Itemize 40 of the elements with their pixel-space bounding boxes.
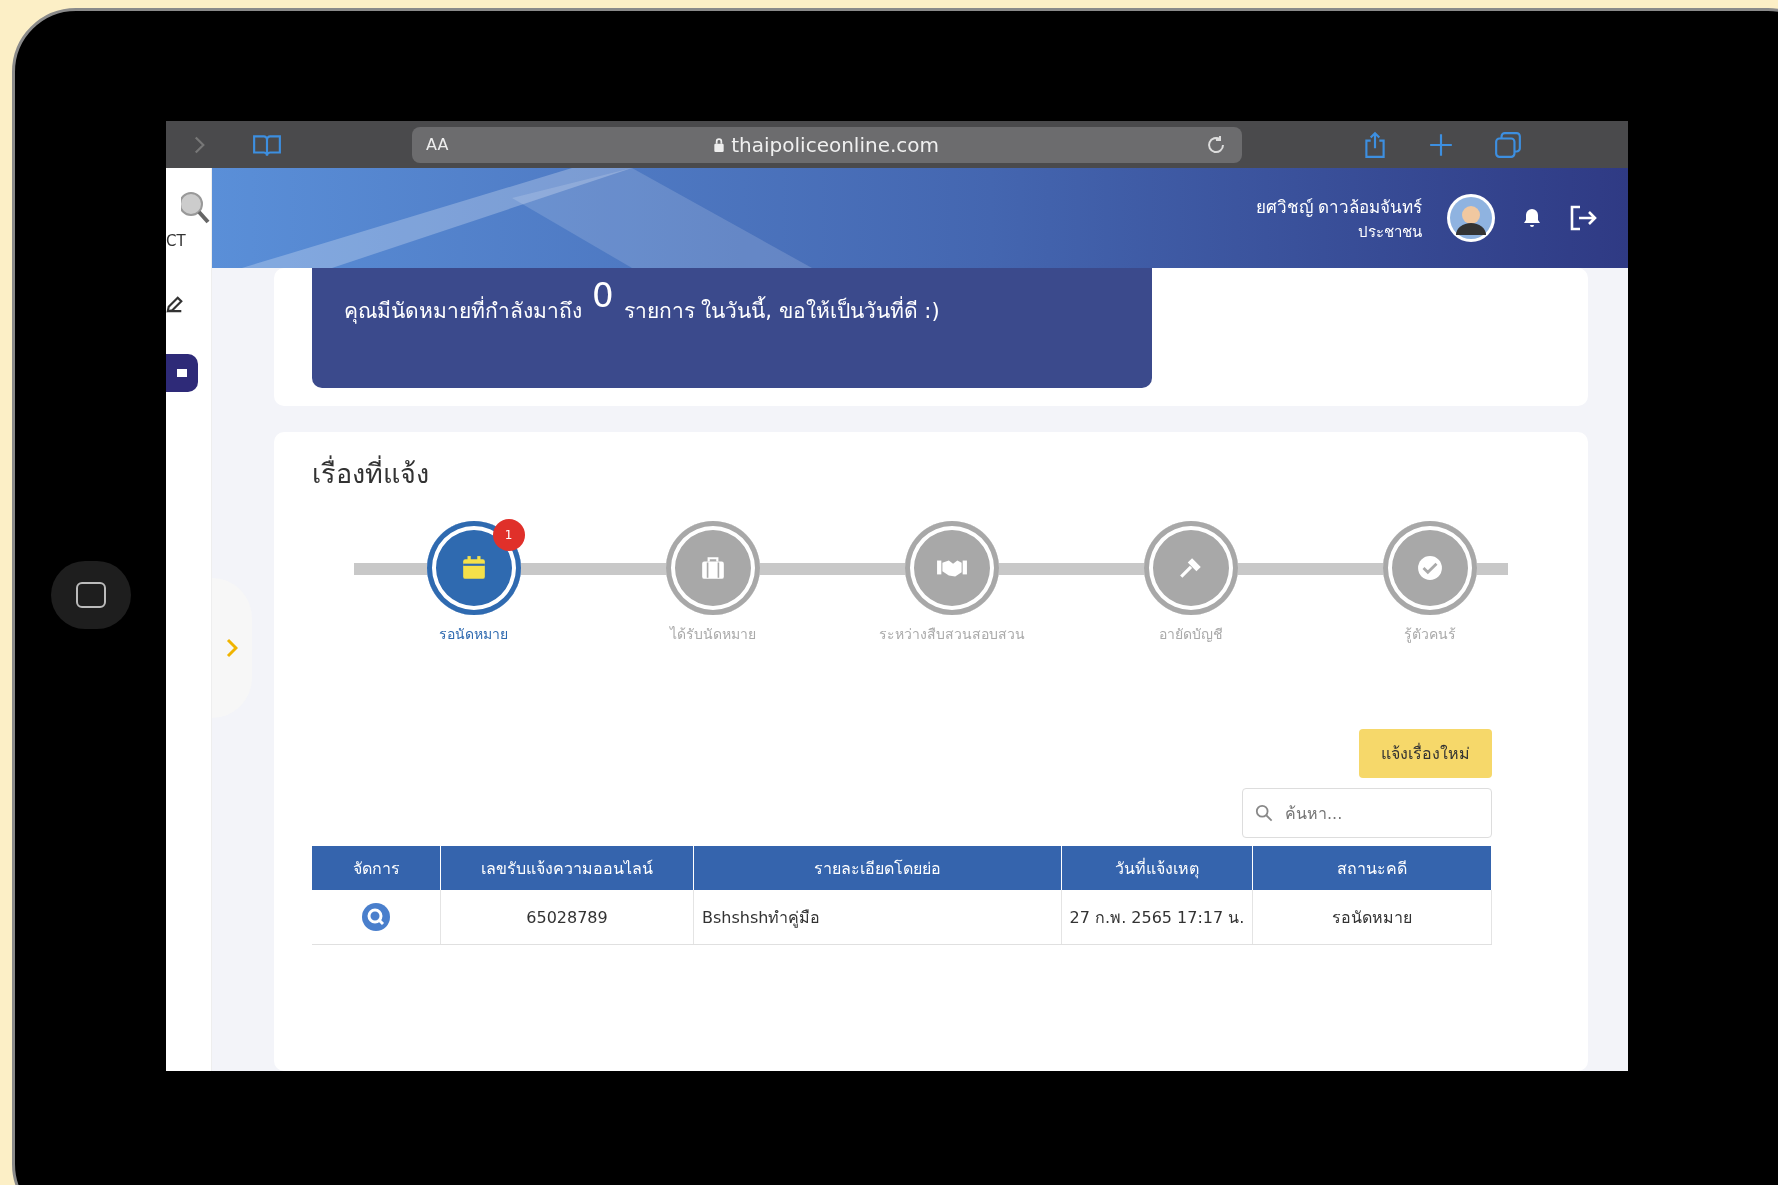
table-cell: รอนัดหมาย (1252, 890, 1492, 945)
logo-text: CT (166, 232, 186, 250)
search-icon (1255, 804, 1273, 822)
edit-icon[interactable] (166, 294, 184, 314)
tabs-icon[interactable] (1494, 130, 1522, 159)
user-name: ยศวิชญ์ ดาวล้อมจันทร์ (1255, 195, 1422, 219)
logout-icon[interactable] (1568, 203, 1598, 233)
avatar-icon[interactable] (1446, 193, 1496, 243)
step-label: อายัดบัญชี (1159, 625, 1224, 644)
lock-icon (713, 137, 726, 152)
url-text: thaipoliceonline.com (713, 132, 940, 157)
column-header: เลขรับแจ้งความออนไลน์ (440, 846, 694, 890)
text-size-button[interactable]: AA (426, 135, 449, 154)
section-title: เรื่องที่แจ้ง (312, 452, 1550, 495)
share-icon[interactable] (1362, 130, 1388, 159)
plus-icon[interactable] (1428, 131, 1454, 158)
table-cell: 27 ก.พ. 2565 17:17 น. (1061, 890, 1253, 945)
column-header: วันที่แจ้งเหตุ (1061, 846, 1253, 890)
notification-badge: 1 (492, 519, 525, 551)
search-field[interactable]: ค้นหา... (1242, 788, 1492, 838)
step-label: รอนัดหมาย (439, 625, 509, 644)
calendar-icon (460, 555, 487, 581)
check-icon (1417, 555, 1444, 581)
user-role: ประชาชน (1358, 221, 1422, 243)
step-label: ระหว่างสืบสวนสอบสวน (879, 625, 1025, 644)
table-cell: Bshshshทำคู่มือ (693, 890, 1062, 945)
column-header: รายละเอียดโดยย่อ (693, 846, 1062, 890)
new-report-button[interactable]: แจ้งเรื่องใหม่ (1359, 729, 1492, 778)
search-icon[interactable] (361, 902, 391, 932)
step-label: ได้รับนัดหมาย (669, 625, 756, 644)
briefcase-icon (699, 555, 726, 581)
banner-text: คุณมีนัดหมายที่กำลังมาถึง (344, 294, 582, 327)
banner-text: รายการ ในวันนี้, ขอให้เป็นวันที่ดี :) (623, 294, 940, 327)
column-header: สถานะคดี (1252, 846, 1492, 890)
appointment-count: 0 (592, 278, 614, 312)
step-label: รู้ตัวคนร้ (1404, 625, 1457, 645)
table-cell: 65028789 (440, 890, 694, 945)
address-bar[interactable]: AA thaipoliceonline.com (412, 126, 1242, 163)
column-header: จัดการ (312, 846, 441, 890)
sidebar-button[interactable] (166, 354, 198, 392)
